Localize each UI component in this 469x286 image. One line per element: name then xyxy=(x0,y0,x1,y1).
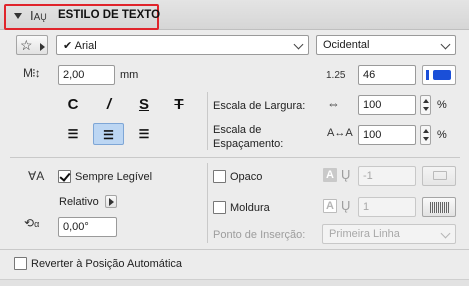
pen-field[interactable]: 46 xyxy=(358,65,416,85)
rotation-icon: ⟲α xyxy=(24,216,40,230)
chevron-down-icon xyxy=(440,39,451,50)
width-scale-field[interactable]: 100 xyxy=(358,95,416,115)
frame-checkbox[interactable] xyxy=(213,201,226,214)
width-scale-icon: ⇔ xyxy=(327,96,340,111)
size-field[interactable]: 2,00 xyxy=(58,65,115,85)
collapse-triangle-icon[interactable] xyxy=(14,13,22,19)
width-scale-label: Escala de Largura: xyxy=(213,100,306,112)
underline-button[interactable]: S xyxy=(131,94,157,116)
always-readable-label: Sempre Legível xyxy=(75,171,153,183)
pen-label: 1.25 xyxy=(326,70,346,81)
strikethrough-button[interactable]: T xyxy=(166,94,192,116)
arrow-right-icon xyxy=(109,198,114,206)
underline-label: S xyxy=(138,96,149,113)
width-scale-unit: % xyxy=(437,99,447,111)
chevron-down-icon xyxy=(293,39,304,50)
spacing-scale-icon: A↔A xyxy=(327,127,353,139)
font-select[interactable]: ✔ Arial xyxy=(56,35,309,55)
script-name: Ocidental xyxy=(323,39,370,51)
pen-dim-icon: Ų xyxy=(341,198,351,213)
spacing-scale-label-1: Escala de xyxy=(213,124,262,136)
vertical-divider xyxy=(207,92,208,150)
section-divider xyxy=(10,157,460,158)
outline-a-icon: A xyxy=(323,199,337,213)
fill-a-icon: A xyxy=(323,168,337,182)
chevron-down-icon xyxy=(440,228,451,239)
star-icon: ☆ xyxy=(20,37,33,53)
vertical-divider xyxy=(207,163,208,243)
opaque-color-button xyxy=(422,166,456,186)
readable-icon: ∀A xyxy=(28,169,45,183)
favorites-button[interactable]: ☆ xyxy=(16,35,48,55)
spacing-scale-field[interactable]: 100 xyxy=(358,125,416,145)
script-select[interactable]: Ocidental xyxy=(316,35,456,55)
pen-color-bar xyxy=(426,70,429,80)
insertion-value: Primeira Linha xyxy=(329,228,400,240)
bold-label: C xyxy=(67,96,79,113)
align-center-button[interactable]: ☰ xyxy=(93,123,124,145)
bold-button[interactable]: C xyxy=(60,94,86,116)
pen-color-button[interactable] xyxy=(422,65,456,85)
align-right-button[interactable]: ☰ xyxy=(131,123,157,145)
revert-label: Reverter à Posição Automática xyxy=(31,258,183,270)
opaque-pen-field: -1 xyxy=(358,166,416,186)
pen-color-swatch xyxy=(433,70,451,80)
panel-title: ESTILO DE TEXTO xyxy=(58,9,161,21)
opaque-checkbox[interactable] xyxy=(213,170,226,183)
opaque-label: Opaco xyxy=(230,171,263,183)
italic-label: / xyxy=(106,96,112,113)
size-unit: mm xyxy=(120,69,139,81)
section-divider xyxy=(0,249,469,250)
width-scale-stepper[interactable] xyxy=(420,95,431,115)
revert-checkbox[interactable] xyxy=(14,257,27,270)
relative-label: Relativo xyxy=(59,196,99,208)
frame-pattern-button xyxy=(422,197,456,217)
align-center-icon: ☰ xyxy=(103,128,114,142)
insertion-label: Ponto de Inserção: xyxy=(213,229,306,241)
angle-field[interactable]: 0,00° xyxy=(58,217,117,237)
pen-dim-icon: Ų xyxy=(341,167,351,182)
align-left-icon: ☰ xyxy=(67,127,79,141)
frame-label: Moldura xyxy=(230,202,270,214)
frame-pen-field: 1 xyxy=(358,197,416,217)
pen-icon: 1.25 xyxy=(326,70,345,81)
text-size-icon: M⁝↕ xyxy=(23,66,41,80)
text-style-icon: IAŲ xyxy=(30,8,47,23)
italic-button[interactable]: / xyxy=(96,94,122,116)
always-readable-checkbox[interactable] xyxy=(58,170,71,183)
panel-bottom-edge xyxy=(0,279,469,286)
spacing-scale-label-2: Espaçamento: xyxy=(213,138,284,150)
monitor-icon xyxy=(433,171,447,180)
font-name: Arial xyxy=(74,40,97,52)
arrow-right-icon xyxy=(40,43,45,51)
insertion-select: Primeira Linha xyxy=(322,224,456,244)
relative-button[interactable] xyxy=(105,195,117,208)
strike-label: T xyxy=(174,96,184,113)
align-right-icon: ☰ xyxy=(138,127,150,141)
align-left-button[interactable]: ☰ xyxy=(60,123,86,145)
spacing-scale-stepper[interactable] xyxy=(420,125,431,145)
spacing-scale-unit: % xyxy=(437,129,447,141)
check-icon: ✔ xyxy=(63,40,73,52)
pattern-icon xyxy=(430,202,450,213)
